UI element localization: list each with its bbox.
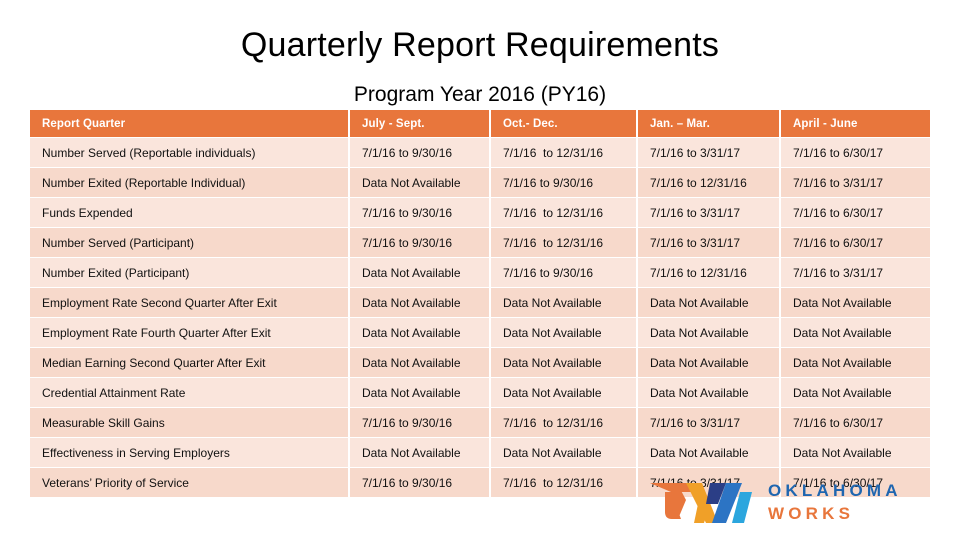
- table-row: Number Served (Participant) 7/1/16 to 9/3…: [30, 228, 930, 257]
- row-value-cell: 7/1/16 to 12/31/16: [636, 258, 779, 287]
- row-value-cell: Data Not Available: [636, 318, 779, 347]
- table-row: Credential Attainment Rate Data Not Avail…: [30, 378, 930, 407]
- row-label-cell: Number Served (Participant): [30, 228, 348, 257]
- row-value-cell: Data Not Available: [489, 348, 636, 377]
- table-header: Report Quarter July - Sept. Oct.- Dec. J…: [30, 110, 930, 137]
- table-row: Number Exited (Participant) Data Not Avai…: [30, 258, 930, 287]
- row-value-cell: 7/1/16 to 3/31/17: [779, 168, 930, 197]
- row-value-cell: 7/1/16 to 12/31/16: [489, 408, 636, 437]
- column-header-july-sept: July - Sept.: [348, 110, 489, 137]
- row-value-cell: Data Not Available: [348, 168, 489, 197]
- row-value-cell: Data Not Available: [489, 438, 636, 467]
- row-label-cell: Veterans’ Priority of Service: [30, 468, 348, 497]
- row-value-cell: Data Not Available: [348, 438, 489, 467]
- table-row: Funds Expended 7/1/16 to 9/30/16 7/1/16 to…: [30, 198, 930, 227]
- table-row: Number Served (Reportable individuals) 7/…: [30, 138, 930, 167]
- table-row: Number Exited (Reportable Individual) Dat…: [30, 168, 930, 197]
- row-value-cell: 7/1/16 to 9/30/16: [348, 228, 489, 257]
- row-value-cell: 7/1/16 to 9/30/16: [348, 468, 489, 497]
- row-value-cell: Data Not Available: [348, 258, 489, 287]
- row-label-cell: Effectiveness in Serving Employers: [30, 438, 348, 467]
- table-row: Employment Rate Second Quarter After Exi…: [30, 288, 930, 317]
- requirements-table-container: Report Quarter July - Sept. Oct.- Dec. J…: [30, 109, 930, 498]
- row-value-cell: Data Not Available: [636, 288, 779, 317]
- row-value-cell: 7/1/16 to 3/31/17: [636, 138, 779, 167]
- logo-text-oklahoma: OKLAHOMA: [768, 481, 902, 500]
- table-row: Effectiveness in Serving Employers Data N…: [30, 438, 930, 467]
- row-value-cell: Data Not Available: [489, 288, 636, 317]
- row-value-cell: Data Not Available: [779, 438, 930, 467]
- row-value-cell: 7/1/16 to 3/31/17: [779, 258, 930, 287]
- row-label-cell: Employment Rate Second Quarter After Exi…: [30, 288, 348, 317]
- table-body: Number Served (Reportable individuals) 7/…: [30, 138, 930, 497]
- row-label-cell: Number Served (Reportable individuals): [30, 138, 348, 167]
- oklahoma-works-wordmark: OKLAHOMA WORKS: [768, 479, 940, 527]
- row-value-cell: Data Not Available: [636, 348, 779, 377]
- column-header-oct-dec: Oct.- Dec.: [489, 110, 636, 137]
- row-value-cell: 7/1/16 to 12/31/16: [489, 198, 636, 227]
- row-value-cell: Data Not Available: [348, 288, 489, 317]
- row-value-cell: 7/1/16 to 3/31/17: [636, 408, 779, 437]
- row-value-cell: 7/1/16 to 9/30/16: [348, 198, 489, 227]
- row-value-cell: Data Not Available: [489, 378, 636, 407]
- row-value-cell: Data Not Available: [779, 378, 930, 407]
- table-row: Employment Rate Fourth Quarter After Exi…: [30, 318, 930, 347]
- row-value-cell: 7/1/16 to 12/31/16: [489, 468, 636, 497]
- oklahoma-works-logo: OKLAHOMA WORKS: [648, 476, 940, 532]
- row-value-cell: Data Not Available: [779, 288, 930, 317]
- row-value-cell: Data Not Available: [779, 348, 930, 377]
- page-title: Quarterly Report Requirements: [240, 26, 720, 64]
- page-subtitle: Program Year 2016 (PY16): [353, 83, 607, 106]
- row-value-cell: 7/1/16 to 9/30/16: [348, 408, 489, 437]
- row-value-cell: 7/1/16 to 12/31/16: [489, 228, 636, 257]
- row-label-cell: Employment Rate Fourth Quarter After Exi…: [30, 318, 348, 347]
- slide-canvas: Quarterly Report Requirements Program Ye…: [0, 0, 960, 540]
- row-label-cell: Measurable Skill Gains: [30, 408, 348, 437]
- row-label-cell: Number Exited (Reportable Individual): [30, 168, 348, 197]
- row-label-cell: Median Earning Second Quarter After Exit: [30, 348, 348, 377]
- row-value-cell: Data Not Available: [348, 378, 489, 407]
- column-header-report-quarter: Report Quarter: [30, 110, 348, 137]
- row-value-cell: 7/1/16 to 9/30/16: [489, 168, 636, 197]
- row-label-cell: Funds Expended: [30, 198, 348, 227]
- table-row: Median Earning Second Quarter After Exit…: [30, 348, 930, 377]
- row-value-cell: Data Not Available: [348, 318, 489, 347]
- row-value-cell: Data Not Available: [779, 318, 930, 347]
- row-value-cell: 7/1/16 to 9/30/16: [348, 138, 489, 167]
- table-header-row: Report Quarter July - Sept. Oct.- Dec. J…: [30, 110, 930, 137]
- row-value-cell: Data Not Available: [348, 348, 489, 377]
- row-label-cell: Credential Attainment Rate: [30, 378, 348, 407]
- row-value-cell: 7/1/16 to 6/30/17: [779, 198, 930, 227]
- row-value-cell: 7/1/16 to 3/31/17: [636, 228, 779, 257]
- row-value-cell: Data Not Available: [636, 438, 779, 467]
- row-value-cell: 7/1/16 to 12/31/16: [489, 138, 636, 167]
- logo-text-works: WORKS: [768, 504, 855, 523]
- oklahoma-state-w-icon: [648, 478, 756, 528]
- row-value-cell: 7/1/16 to 6/30/17: [779, 138, 930, 167]
- row-value-cell: 7/1/16 to 9/30/16: [489, 258, 636, 287]
- row-value-cell: 7/1/16 to 6/30/17: [779, 228, 930, 257]
- row-value-cell: 7/1/16 to 3/31/17: [636, 198, 779, 227]
- row-value-cell: Data Not Available: [489, 318, 636, 347]
- column-header-jan-mar: Jan. – Mar.: [636, 110, 779, 137]
- row-value-cell: 7/1/16 to 12/31/16: [636, 168, 779, 197]
- row-value-cell: Data Not Available: [636, 378, 779, 407]
- requirements-table: Report Quarter July - Sept. Oct.- Dec. J…: [30, 109, 930, 498]
- row-label-cell: Number Exited (Participant): [30, 258, 348, 287]
- table-row: Measurable Skill Gains 7/1/16 to 9/30/16 7…: [30, 408, 930, 437]
- column-header-april-june: April - June: [779, 110, 930, 137]
- row-value-cell: 7/1/16 to 6/30/17: [779, 408, 930, 437]
